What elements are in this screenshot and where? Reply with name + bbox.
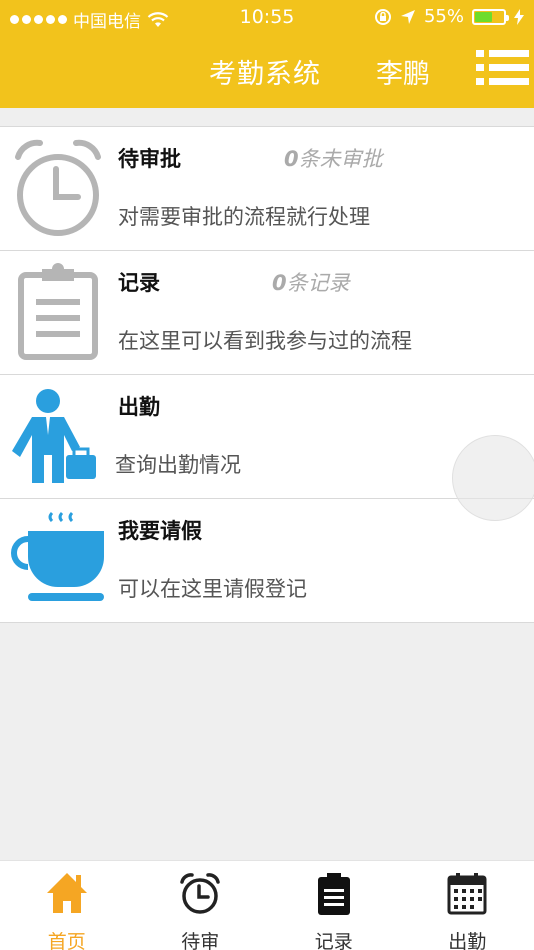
list-item-pending-approval[interactable]: 待审批 0条未审批 对需要审批的流程就行处理 <box>0 127 534 251</box>
page-title: 考勤系统 <box>209 59 321 90</box>
tab-attendance[interactable]: 出勤 <box>401 861 534 950</box>
tab-label: 待审 <box>181 931 220 950</box>
coffee-cup-icon <box>11 511 104 601</box>
item-title: 出勤 <box>118 395 160 419</box>
item-title: 我要请假 <box>118 519 202 543</box>
assistive-touch-button[interactable] <box>452 435 534 521</box>
businessman-icon <box>12 389 96 483</box>
alarm-clock-icon <box>15 139 101 236</box>
clipboard-icon <box>18 263 98 360</box>
count-text: 条未审批 <box>298 147 383 171</box>
item-description: 对需要审批的流程就行处理 <box>118 205 370 229</box>
item-title: 待审批 <box>118 147 181 171</box>
alarm-clock-icon <box>180 873 220 914</box>
tab-label: 记录 <box>314 931 353 950</box>
hamburger-menu-icon[interactable] <box>476 48 530 88</box>
status-bar: 中国电信 10:55 55% <box>0 0 534 36</box>
rotation-lock-icon <box>374 8 391 25</box>
app-header: 中国电信 10:55 55% 考勤系统 李鹏 <box>0 0 534 108</box>
list-item-records[interactable]: 记录 0条记录 在这里可以看到我参与过的流程 <box>0 251 534 375</box>
clipboard-icon <box>317 873 350 915</box>
item-description: 可以在这里请假登记 <box>118 577 307 601</box>
tab-label: 出勤 <box>448 931 487 950</box>
tab-pending[interactable]: 待审 <box>134 861 268 950</box>
battery-percent: 55% <box>423 6 464 27</box>
list-item-leave-request[interactable]: 我要请假 可以在这里请假登记 <box>0 499 534 623</box>
location-arrow-icon <box>400 9 415 24</box>
item-title: 记录 <box>118 271 160 295</box>
count-number: 0 <box>272 271 287 295</box>
menu-list: 待审批 0条未审批 对需要审批的流程就行处理 记录 0条记录 在这里可以看到我参… <box>0 126 534 623</box>
item-description: 查询出勤情况 <box>115 453 241 477</box>
item-count: 0条未审批 <box>284 143 383 173</box>
calendar-icon <box>447 873 487 915</box>
count-text: 条记录 <box>286 271 350 295</box>
charging-bolt-icon <box>514 8 524 25</box>
tab-records[interactable]: 记录 <box>267 861 401 950</box>
count-number: 0 <box>284 147 299 171</box>
tab-label: 首页 <box>47 931 86 950</box>
home-icon <box>46 873 87 913</box>
bottom-tab-bar: 首页 待审 记录 出勤 <box>0 860 534 950</box>
battery-icon <box>472 8 509 25</box>
item-count: 0条记录 <box>272 267 350 297</box>
user-name[interactable]: 李鹏 <box>376 52 430 91</box>
item-description: 在这里可以看到我参与过的流程 <box>118 329 412 353</box>
tab-home[interactable]: 首页 <box>0 861 134 950</box>
